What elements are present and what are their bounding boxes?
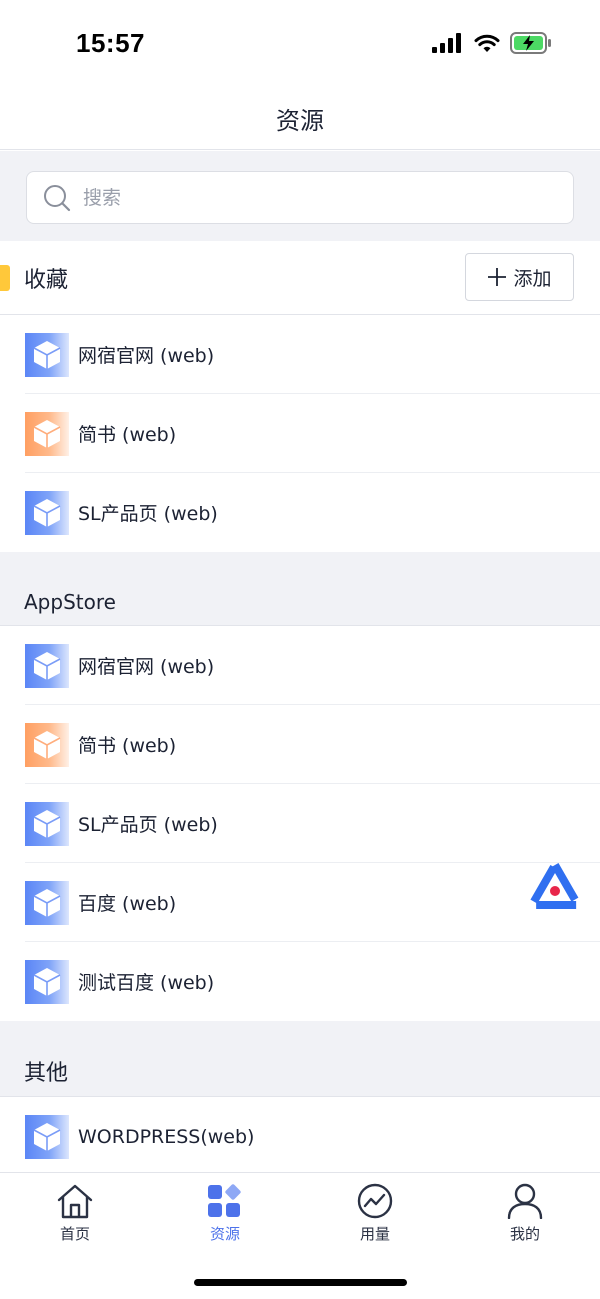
cube-icon: [25, 722, 69, 767]
chart-icon: [357, 1183, 393, 1219]
apps-icon: [208, 1184, 241, 1217]
bottom-tab-bar: 首页 资源 用量 我的: [0, 1172, 600, 1299]
item-label: 测试百度 (web): [78, 972, 215, 994]
status-bar: 15:57: [0, 0, 600, 88]
cube-icon: [25, 643, 69, 688]
search-box[interactable]: [26, 171, 574, 224]
plus-icon: [488, 268, 507, 286]
signal-icon: [432, 33, 461, 53]
tab-profile[interactable]: 我的: [475, 1183, 575, 1249]
cube-icon: [25, 411, 69, 456]
list-item[interactable]: SL产品页 (web): [0, 784, 600, 863]
cube-icon: [25, 959, 69, 1004]
favorites-list: 网宿官网 (web) 简书 (web) SL产品页 (web): [0, 315, 600, 552]
item-label: 简书 (web): [78, 424, 177, 446]
item-label: 百度 (web): [78, 893, 177, 915]
list-item[interactable]: SL产品页 (web): [0, 473, 600, 552]
assistant-logo-icon: [528, 861, 582, 909]
status-icons: [432, 32, 552, 54]
status-time: 15:57: [76, 28, 145, 58]
resource-list-content[interactable]: 收藏 添加 网宿官网 (web) 简书 (web) SL产品页 (w: [0, 151, 600, 1172]
battery-charging-icon: [510, 32, 551, 54]
tab-label: 用量: [359, 1225, 390, 1243]
list-item[interactable]: 百度 (web): [0, 863, 600, 942]
favorites-title: 收藏: [24, 267, 69, 293]
item-label: SL产品页 (web): [78, 503, 218, 525]
list-item[interactable]: 网宿官网 (web): [0, 626, 600, 705]
item-label: SL产品页 (web): [78, 814, 218, 836]
list-item[interactable]: 网宿官网 (web): [0, 315, 600, 394]
section-spacer: [0, 1021, 600, 1045]
appstore-list: 网宿官网 (web) 简书 (web) SL产品页 (web) 百度 (web)…: [0, 626, 600, 1021]
tab-home[interactable]: 首页: [25, 1183, 125, 1249]
home-icon: [57, 1184, 93, 1219]
cube-icon: [25, 880, 69, 925]
add-favorite-button[interactable]: 添加: [465, 253, 574, 301]
home-indicator: [194, 1279, 407, 1286]
cube-icon: [25, 1114, 69, 1159]
tab-resources[interactable]: 资源: [175, 1183, 275, 1249]
page-title: 资源: [276, 107, 324, 135]
item-label: 网宿官网 (web): [78, 656, 215, 678]
cube-icon: [25, 490, 69, 535]
search-input[interactable]: [83, 186, 523, 209]
list-item[interactable]: 简书 (web): [0, 394, 600, 473]
item-label: 网宿官网 (web): [78, 345, 215, 367]
other-list: WORDPRESS(web): [0, 1097, 600, 1172]
tab-label: 资源: [209, 1225, 240, 1243]
list-item[interactable]: 简书 (web): [0, 705, 600, 784]
tab-label: 我的: [509, 1225, 540, 1243]
tab-label: 首页: [59, 1225, 90, 1243]
appstore-header: AppStore: [0, 576, 600, 626]
favorites-header: 收藏 添加: [0, 241, 600, 315]
floating-assistant-button[interactable]: [528, 861, 582, 910]
list-item[interactable]: WORDPRESS(web): [0, 1097, 600, 1172]
user-icon: [507, 1183, 543, 1219]
appstore-title: AppStore: [24, 590, 116, 614]
cube-icon: [25, 801, 69, 846]
search-area: [0, 151, 600, 241]
other-header: 其他: [0, 1045, 600, 1097]
section-spacer: [0, 552, 600, 576]
cube-icon: [25, 332, 69, 377]
other-title: 其他: [24, 1061, 69, 1086]
nav-bar: 资源: [0, 88, 600, 150]
favorites-marker: [0, 265, 10, 291]
add-button-label: 添加: [513, 267, 552, 290]
wifi-icon: [474, 34, 500, 52]
list-item[interactable]: 测试百度 (web): [0, 942, 600, 1021]
item-label: WORDPRESS(web): [78, 1125, 255, 1148]
search-icon: [44, 184, 71, 211]
tab-usage[interactable]: 用量: [325, 1183, 425, 1249]
item-label: 简书 (web): [78, 735, 177, 757]
